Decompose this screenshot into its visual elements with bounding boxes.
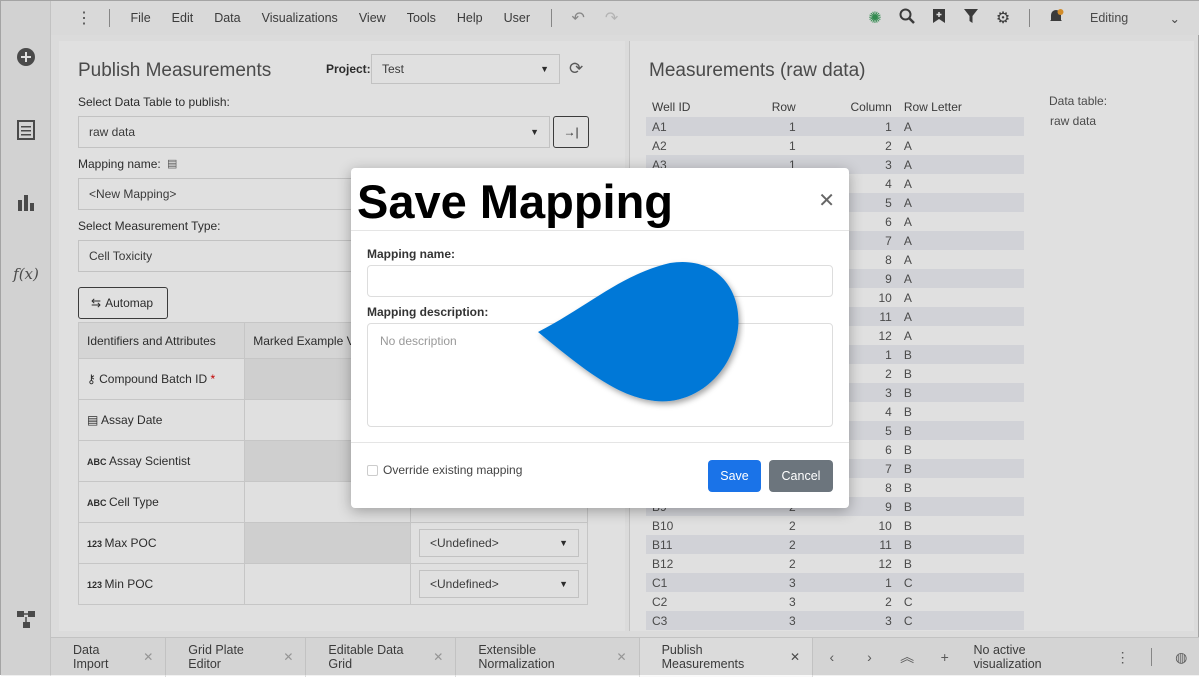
- cancel-button[interactable]: Cancel: [769, 460, 833, 492]
- override-checkbox[interactable]: [367, 465, 378, 476]
- save-button[interactable]: Save: [708, 460, 761, 492]
- close-icon[interactable]: ✕: [818, 188, 835, 213]
- mapping-description-label: Mapping description:: [367, 305, 489, 319]
- dialog-title: Save Mapping: [353, 170, 715, 234]
- pointer-cursor-icon: [538, 261, 739, 402]
- divider: [351, 230, 849, 231]
- override-label: Override existing mapping: [383, 463, 523, 477]
- divider: [351, 442, 849, 443]
- mapping-name-label: Mapping name:: [367, 247, 456, 261]
